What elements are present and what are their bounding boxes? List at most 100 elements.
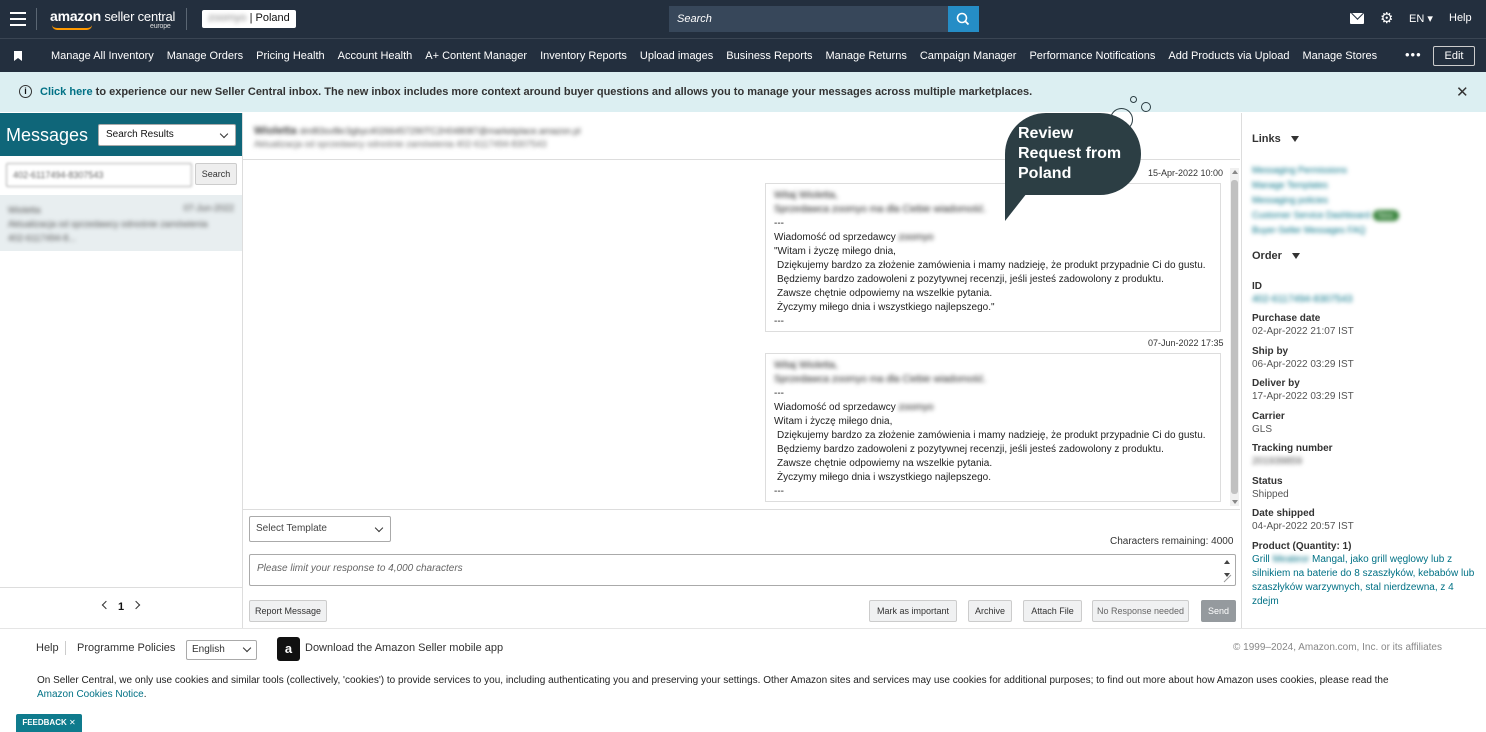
nav-bar: Manage All Inventory Manage Orders Prici… [0, 38, 1486, 72]
chevron-right-icon[interactable] [131, 600, 141, 610]
product-link[interactable]: Grill Meateor Mangal, jako grill węglowy… [1252, 553, 1477, 609]
menu-icon[interactable] [10, 12, 26, 26]
product-pre: Grill [1252, 554, 1273, 565]
store-country: | Poland [246, 12, 290, 24]
order-field-deliver-by: Deliver by 17-Apr-2022 03:29 IST [1252, 377, 1354, 403]
store-name: zoomyo [208, 12, 247, 24]
download-app-link[interactable]: Download the Amazon Seller mobile app [305, 642, 503, 654]
right-link[interactable]: Manage Templates [1252, 178, 1399, 193]
nav-item-performance-notifications[interactable]: Performance Notifications [1029, 50, 1155, 62]
from-name: zoomyo [898, 232, 934, 243]
nav-item-pricing-health[interactable]: Pricing Health [256, 50, 324, 62]
footer-language-select[interactable]: English [186, 640, 257, 660]
gear-icon[interactable]: ⚙ [1380, 11, 1393, 26]
language-selector[interactable]: EN ▾ [1409, 12, 1433, 25]
edit-nav-button[interactable]: Edit [1433, 46, 1475, 66]
feedback-button[interactable]: FEEDBACK ✕ [16, 714, 82, 732]
thread-scrollbar[interactable] [1230, 168, 1239, 506]
reply-textarea[interactable]: Please limit your response to 4,000 char… [249, 554, 1236, 586]
scroll-thumb[interactable] [1231, 180, 1238, 494]
caret-down-icon [1291, 253, 1300, 260]
nav-item-manage-orders[interactable]: Manage Orders [167, 50, 243, 62]
links-section-toggle[interactable]: Links [1252, 133, 1299, 145]
reply-scroll-arrows-icon[interactable] [1222, 558, 1232, 583]
message-line: "Witam i życzę miłego dnia, [774, 246, 896, 257]
template-select[interactable]: Select Template [249, 516, 391, 542]
search-button[interactable] [948, 6, 979, 32]
order-field-id: ID 402-6117494-8307543 [1252, 280, 1352, 306]
page-number[interactable]: 1 [118, 601, 124, 613]
links-list: Messaging Permissions Manage Templates M… [1252, 163, 1399, 238]
nav-item-account-health[interactable]: Account Health [338, 50, 413, 62]
nav-item-manage-all-inventory[interactable]: Manage All Inventory [51, 50, 154, 62]
seller-central-logo[interactable]: amazon seller central europe [50, 8, 175, 30]
order-title: Order [1252, 250, 1282, 262]
mail-icon[interactable] [1350, 13, 1364, 24]
banner-link[interactable]: Click here [40, 86, 93, 98]
archive-button[interactable]: Archive [968, 600, 1012, 622]
nav-item-manage-stores[interactable]: Manage Stores [1303, 50, 1378, 62]
field-value[interactable]: 402-6117494-8307543 [1252, 293, 1352, 306]
order-field-ship-by: Ship by 06-Apr-2022 03:29 IST [1252, 345, 1354, 371]
scroll-up-icon[interactable] [1232, 170, 1238, 174]
order-search-input[interactable]: 402-6117494-8307543 [6, 163, 192, 187]
from-label: Wiadomość od sprzedawcy [774, 232, 899, 243]
top-bar: amazon seller central europe zoomyo | Po… [0, 0, 1486, 38]
mark-important-button[interactable]: Mark as important [869, 600, 957, 622]
no-response-button[interactable]: No Response needed [1092, 600, 1189, 622]
right-link[interactable]: Messaging Permissions [1252, 163, 1399, 178]
right-link[interactable]: Messaging policies [1252, 193, 1399, 208]
field-value: GLS [1252, 424, 1273, 435]
right-link[interactable]: Customer Service Dashboard New [1252, 208, 1399, 223]
order-field-purchase-date: Purchase date 02-Apr-2022 21:07 IST [1252, 312, 1354, 338]
cookie-notice: On Seller Central, we only use cookies a… [37, 674, 1447, 702]
message-line: Zawsze chętnie odpowiemy na wszelkie pyt… [777, 458, 993, 469]
chevron-left-icon[interactable] [101, 600, 111, 610]
message-timestamp: 07-Jun-2022 17:35 [1148, 338, 1224, 348]
scroll-down-icon[interactable] [1232, 500, 1238, 504]
cookie-end: . [143, 689, 147, 700]
order-search-button[interactable]: Search [195, 163, 237, 185]
field-value: 201939859 [1252, 456, 1303, 467]
field-value: 04-Apr-2022 20:57 IST [1252, 521, 1354, 532]
message-separator: --- [774, 388, 784, 399]
decorative-circle [1110, 108, 1133, 131]
filter-dropdown[interactable]: Search Results [98, 124, 236, 146]
close-icon[interactable]: ✕ [1456, 83, 1469, 101]
field-value: 17-Apr-2022 03:29 IST [1252, 391, 1354, 402]
order-field-status: Status Shipped [1252, 475, 1289, 501]
programme-policies-link[interactable]: Programme Policies [77, 642, 175, 654]
characters-remaining: Characters remaining: 4000 [1110, 536, 1234, 547]
nav-item-campaign-manager[interactable]: Campaign Manager [920, 50, 1017, 62]
cookies-notice-link[interactable]: Amazon Cookies Notice [37, 689, 144, 700]
field-label: Deliver by [1252, 378, 1300, 389]
nav-item-add-products-upload[interactable]: Add Products via Upload [1168, 50, 1289, 62]
attach-file-button[interactable]: Attach File [1023, 600, 1082, 622]
more-icon[interactable]: ••• [1405, 47, 1422, 62]
footer-help-link[interactable]: Help [36, 642, 59, 654]
nav-item-a-plus-content[interactable]: A+ Content Manager [425, 50, 527, 62]
nav-item-manage-returns[interactable]: Manage Returns [826, 50, 907, 62]
send-button[interactable]: Send [1201, 600, 1236, 622]
message-bubble: Witaj Wioletta, Sprzedawca zoomyo ma dla… [765, 353, 1221, 502]
message-bubble: Witaj Wioletta, Sprzedawca zoomyo ma dla… [765, 183, 1221, 332]
report-message-button[interactable]: Report Message [249, 600, 327, 622]
right-link[interactable]: Buyer-Seller Messages FAQ [1252, 223, 1399, 238]
order-section-toggle[interactable]: Order [1252, 250, 1300, 262]
message-line: Życzymy miłego dnia i wszystkiego najlep… [777, 302, 995, 313]
template-value: Select Template [256, 523, 327, 534]
help-link[interactable]: Help [1449, 12, 1472, 24]
search-icon [956, 12, 970, 26]
seller-app-icon[interactable]: a [277, 637, 300, 661]
store-switcher[interactable]: zoomyo | Poland [202, 10, 296, 28]
nav-item-upload-images[interactable]: Upload images [640, 50, 713, 62]
buyer-name: Wioletta dm8l3sv8kr3gbyc40266457290TC2H0… [254, 125, 581, 137]
banner-text: Click here to experience our new Seller … [40, 86, 1032, 98]
nav-item-inventory-reports[interactable]: Inventory Reports [540, 50, 627, 62]
bookmark-icon[interactable] [14, 51, 22, 61]
nav-item-business-reports[interactable]: Business Reports [726, 50, 812, 62]
field-label: Ship by [1252, 346, 1289, 357]
conversation-list-item[interactable]: Wioletta 07-Jun-2022 Aktualizacja od spr… [0, 195, 242, 251]
search-input[interactable]: Search [669, 6, 948, 32]
order-field-tracking: Tracking number 201939859 [1252, 442, 1333, 468]
